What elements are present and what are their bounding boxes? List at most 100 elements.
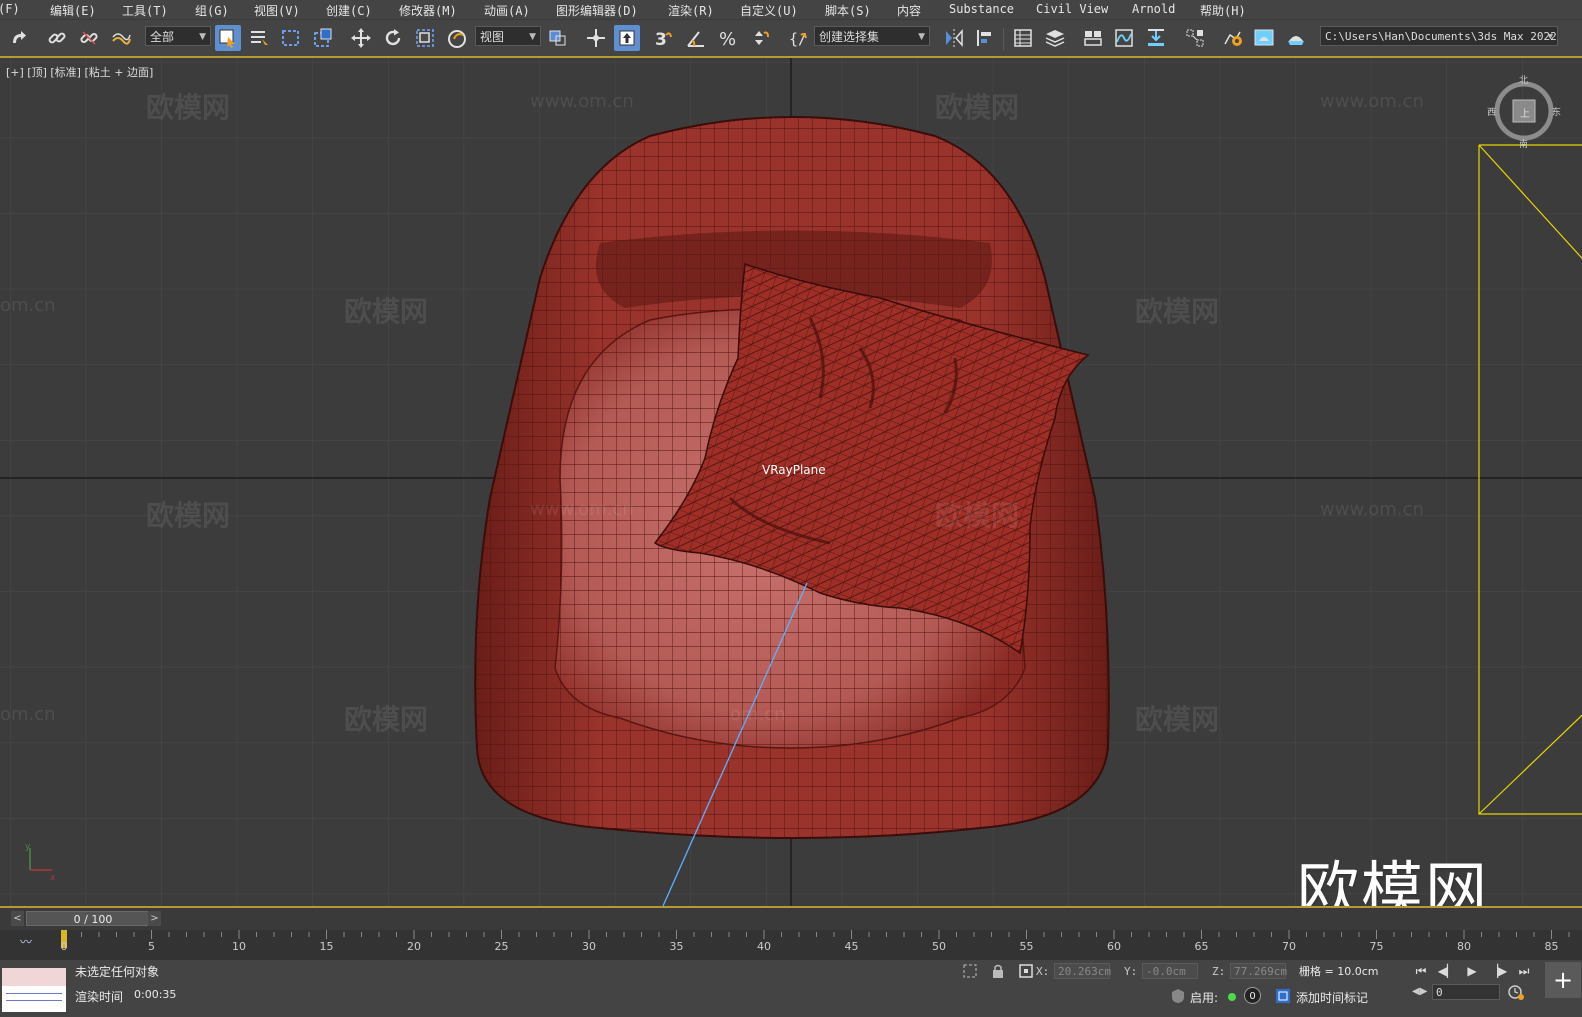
svg-text:y: y: [25, 842, 31, 852]
go-to-end-icon[interactable]: ⏭: [1515, 963, 1533, 979]
viewport-label[interactable]: [+] [顶] [标准] [粘土 + 边面]: [6, 64, 153, 80]
window-crossing-icon[interactable]: [310, 25, 336, 51]
named-selection-dropdown[interactable]: 创建选择集 ▼: [814, 26, 930, 46]
isolate-selection-icon[interactable]: [962, 963, 978, 979]
next-frame-icon[interactable]: ▕▶: [1489, 963, 1507, 979]
select-object-icon[interactable]: [215, 25, 241, 51]
viewcube-south[interactable]: 南: [1519, 137, 1528, 150]
select-by-name-icon[interactable]: [246, 25, 272, 51]
y-coord-field[interactable]: -0.0cm: [1142, 963, 1198, 979]
menu-arnold[interactable]: Arnold: [1132, 2, 1175, 16]
percent-snap-icon[interactable]: %: [715, 25, 741, 51]
status-bar: 未选定任何对象 渲染时间 0:00:35 X: 20.263cm Y: -0.0…: [0, 960, 1582, 1017]
viewcube-face[interactable]: 上: [1520, 105, 1530, 120]
frame-arrows-icon[interactable]: ◀▶: [1412, 986, 1427, 997]
curve-editor-icon[interactable]: [1111, 25, 1137, 51]
spinner-snap-icon[interactable]: [747, 25, 773, 51]
viewcube-east[interactable]: 东: [1552, 105, 1561, 118]
link-icon[interactable]: [44, 25, 70, 51]
absolute-mode-icon[interactable]: [1018, 963, 1034, 979]
add-time-tag[interactable]: 添加时间标记: [1296, 989, 1368, 1006]
time-slider-next[interactable]: >: [148, 911, 161, 926]
material-editor-icon[interactable]: [1182, 25, 1208, 51]
x-coord-field[interactable]: 20.263cm: [1054, 963, 1111, 979]
menu-create[interactable]: 创建(C): [326, 2, 372, 19]
timeline-tick-label: 85: [1544, 940, 1559, 953]
menu-customize[interactable]: 自定义(U): [740, 2, 798, 19]
time-slider[interactable]: 0 / 100: [26, 911, 160, 926]
menu-animation[interactable]: 动画(A): [484, 2, 530, 19]
layer-explorer-icon[interactable]: [1042, 25, 1068, 51]
timeline-tick-label: 25: [494, 940, 509, 953]
schematic-view-icon[interactable]: [1143, 25, 1169, 51]
maxscript-mini-listener[interactable]: [2, 968, 66, 1012]
redo-icon[interactable]: [6, 25, 32, 51]
timeline-track[interactable]: 〰 0 5 10 15 20 25 30 35 40 45 50 55 60 65 70 75 80 85: [0, 930, 1582, 960]
bind-spacewarp-icon[interactable]: [108, 25, 134, 51]
selection-filter-dropdown[interactable]: 全部 ▼: [145, 26, 211, 46]
menu-graph-editors[interactable]: 图形编辑器(D): [556, 2, 638, 19]
timeline-tick-label: 35: [669, 940, 684, 953]
scene-explorer-icon[interactable]: [1010, 25, 1036, 51]
watermark: om.cn: [730, 704, 786, 725]
watermark: 欧模网: [1135, 703, 1220, 736]
current-frame-input[interactable]: 0: [1432, 984, 1500, 1000]
render-setup-icon[interactable]: [1220, 25, 1246, 51]
render-production-icon[interactable]: [1283, 25, 1309, 51]
watermark: om.cn: [0, 704, 56, 725]
add-icon[interactable]: +: [1545, 962, 1581, 998]
viewport-top[interactable]: y x [+] [顶] [标准] [粘土 + 边面] 欧模网 www.om.cn…: [0, 58, 1582, 906]
time-tag-icon[interactable]: [1275, 988, 1291, 1004]
rect-selection-region-icon[interactable]: [278, 25, 304, 51]
angle-snap-icon[interactable]: [683, 25, 709, 51]
select-scale-icon[interactable]: [412, 25, 438, 51]
timeline-tick-label: 50: [932, 940, 946, 953]
select-place-icon[interactable]: [444, 25, 470, 51]
menu-group[interactable]: 组(G): [195, 2, 229, 19]
menu-civil-view[interactable]: Civil View: [1036, 2, 1108, 16]
viewcube-north[interactable]: 北: [1519, 73, 1528, 86]
selection-lock-icon[interactable]: [990, 963, 1006, 979]
select-move-icon[interactable]: [348, 25, 374, 51]
svg-text:%: %: [719, 29, 736, 49]
rendered-frame-window-icon[interactable]: [1251, 25, 1277, 51]
keyboard-shortcut-override-icon[interactable]: [614, 25, 640, 51]
render-time-value: 0:00:35: [134, 988, 177, 1001]
menu-views[interactable]: 视图(V): [254, 2, 300, 19]
project-folder-path: C:\Users\Han\Documents\3ds Max 2022: [1325, 30, 1557, 43]
project-folder-dropdown[interactable]: C:\Users\Han\Documents\3ds Max 2022 ▼: [1320, 26, 1558, 46]
main-toolbar: 全部 ▼ 视图 ▼ 3 % {/ 创建选择集 ▼ C:\Users\Han\Do…: [0, 20, 1582, 58]
snaps-toggle-icon[interactable]: 3: [650, 25, 676, 51]
align-icon[interactable]: [972, 25, 998, 51]
reference-coordinate-dropdown[interactable]: 视图 ▼: [475, 26, 541, 46]
menu-substance[interactable]: Substance: [949, 2, 1014, 16]
timeline-tick-label: 80: [1457, 940, 1471, 953]
select-rotate-icon[interactable]: [380, 25, 406, 51]
menu-tools[interactable]: 工具(T): [122, 2, 168, 19]
viewcube[interactable]: 上 北 南 西 东: [1487, 73, 1561, 150]
watermark: 欧模网: [344, 295, 429, 328]
toggle-ribbon-icon[interactable]: [1080, 25, 1106, 51]
go-to-start-icon[interactable]: ⏮: [1412, 963, 1430, 979]
time-slider-prev[interactable]: <: [11, 911, 24, 926]
menu-edit[interactable]: 编辑(E): [50, 2, 96, 19]
menu-content[interactable]: 内容: [897, 2, 921, 19]
viewcube-west[interactable]: 西: [1487, 105, 1496, 118]
menu-scripting[interactable]: 脚本(S): [825, 2, 871, 19]
edit-named-selection-icon[interactable]: {/: [786, 25, 812, 51]
time-configuration-icon[interactable]: [1508, 984, 1524, 1000]
select-manipulate-icon[interactable]: [583, 25, 609, 51]
enable-count-badge[interactable]: 0: [1244, 987, 1261, 1004]
menu-rendering[interactable]: 渲染(R): [668, 2, 714, 19]
unlink-icon[interactable]: [76, 25, 102, 51]
previous-frame-icon[interactable]: ◀▏: [1438, 963, 1456, 979]
menu-help[interactable]: 帮助(H): [1200, 2, 1246, 19]
z-coord-field[interactable]: 77.269cm: [1230, 963, 1287, 979]
menu-modifiers[interactable]: 修改器(M): [399, 2, 457, 19]
menu-file[interactable]: (F): [0, 2, 20, 16]
play-icon[interactable]: ▶: [1463, 963, 1481, 979]
adaptive-degradation-icon[interactable]: [1170, 988, 1186, 1004]
mirror-icon[interactable]: [941, 25, 967, 51]
named-selection-value: 创建选择集: [819, 30, 880, 44]
pivot-center-icon[interactable]: [545, 25, 571, 51]
